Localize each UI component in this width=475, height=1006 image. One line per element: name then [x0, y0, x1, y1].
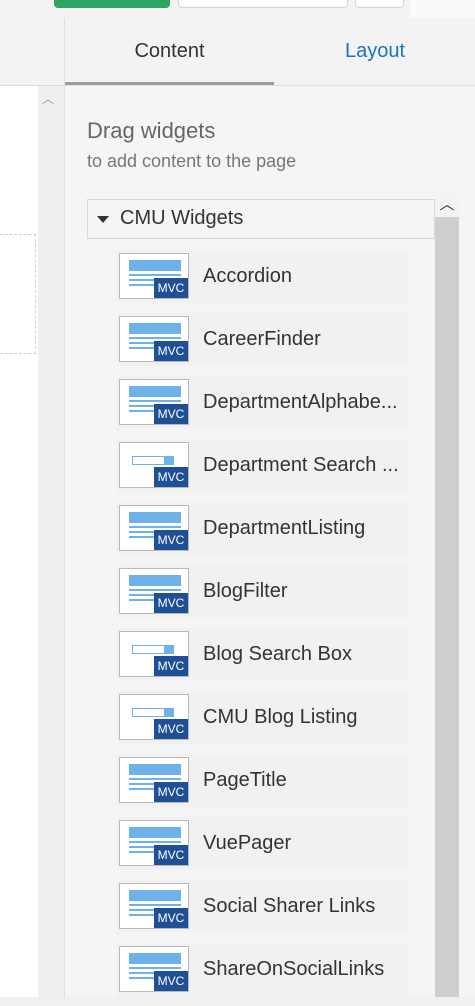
widget-label: DepartmentListing: [203, 517, 366, 539]
widget-group-label: CMU Widgets: [120, 207, 244, 229]
widget-label: Blog Search Box: [203, 643, 352, 665]
widget-label: VuePager: [203, 832, 292, 854]
layout-widget-icon: MVC: [119, 946, 189, 992]
widget-item[interactable]: MVC Department Search ...: [117, 439, 409, 492]
widget-label: DepartmentAlphabe...: [203, 391, 398, 413]
widget-label: CareerFinder: [203, 328, 321, 350]
widget-item[interactable]: MVC Accordion: [117, 250, 409, 303]
mvc-badge: MVC: [154, 656, 188, 676]
mvc-badge: MVC: [154, 845, 188, 865]
layout-widget-icon: MVC: [119, 568, 189, 614]
layout-widget-icon: MVC: [119, 316, 189, 362]
widget-label: Social Sharer Links: [203, 895, 376, 917]
widget-label: BlogFilter: [203, 580, 288, 602]
mvc-badge: MVC: [154, 530, 188, 550]
widget-item[interactable]: MVC BlogFilter: [117, 565, 409, 618]
widget-item[interactable]: MVC Blog Search Box: [117, 628, 409, 681]
layout-widget-icon: MVC: [119, 253, 189, 299]
widget-item[interactable]: MVC DepartmentAlphabe...: [117, 376, 409, 429]
panel-tabs: Content Layout: [65, 18, 475, 86]
caret-down-icon: [97, 216, 109, 223]
widget-panel: Content Layout Drag widgets to add conte…: [64, 18, 475, 997]
widget-label: PageTitle: [203, 769, 287, 791]
widget-label: ShareOnSocialLinks: [203, 958, 385, 980]
widget-label: Department Search ...: [203, 454, 399, 476]
canvas-header: [0, 18, 64, 86]
mvc-badge: MVC: [154, 719, 188, 739]
search-box-widget-icon: MVC: [119, 442, 189, 488]
mvc-badge: MVC: [154, 782, 188, 802]
top-toolbar: [0, 0, 475, 18]
publish-button[interactable]: [54, 0, 170, 8]
widget-item[interactable]: MVC CareerFinder: [117, 313, 409, 366]
widget-list: MVC Accordion MVC CareerFinder MVC Department…: [117, 250, 409, 1006]
tab-content[interactable]: Content: [65, 18, 274, 85]
widget-item[interactable]: MVC PageTitle: [117, 754, 409, 807]
widget-item[interactable]: MVC Social Sharer Links: [117, 880, 409, 933]
mvc-badge: MVC: [154, 278, 188, 298]
layout-widget-icon: MVC: [119, 379, 189, 425]
toolbar-button[interactable]: [355, 0, 404, 8]
widget-item[interactable]: MVC VuePager: [117, 817, 409, 870]
placeholder-zone[interactable]: [0, 234, 36, 354]
widget-list-scrollbar[interactable]: ︿: [435, 193, 459, 997]
widget-label: Accordion: [203, 265, 292, 287]
chevron-up-icon: ︿: [439, 196, 455, 213]
widget-item[interactable]: MVC ShareOnSocialLinks: [117, 943, 409, 996]
widget-item[interactable]: MVC CMU Blog Listing: [117, 691, 409, 744]
mvc-badge: MVC: [154, 467, 188, 487]
layout-widget-icon: MVC: [119, 757, 189, 803]
tab-layout[interactable]: Layout: [274, 18, 475, 82]
mvc-badge: MVC: [154, 341, 188, 361]
page-canvas[interactable]: [0, 86, 38, 997]
scroll-up-icon[interactable]: ︿: [42, 92, 54, 106]
mvc-badge: MVC: [154, 404, 188, 424]
layout-widget-icon: MVC: [119, 505, 189, 551]
widget-label: CMU Blog Listing: [203, 706, 358, 728]
mvc-badge: MVC: [154, 908, 188, 928]
mvc-badge: MVC: [154, 593, 188, 613]
widget-group-header[interactable]: CMU Widgets: [87, 199, 435, 239]
widget-item[interactable]: MVC DepartmentListing: [117, 502, 409, 555]
canvas-scrollbar[interactable]: ︿: [38, 86, 64, 997]
search-box-widget-icon: MVC: [119, 694, 189, 740]
toolbar-button[interactable]: [178, 0, 348, 8]
layout-widget-icon: MVC: [119, 820, 189, 866]
scroll-up-button[interactable]: ︿: [435, 193, 459, 217]
search-box-widget-icon: MVC: [119, 631, 189, 677]
mvc-badge: MVC: [154, 971, 188, 991]
layout-widget-icon: MVC: [119, 883, 189, 929]
drag-widgets-title: Drag widgets: [87, 118, 216, 143]
toolbar-edge: [410, 0, 475, 18]
drag-widgets-subtitle: to add content to the page: [87, 151, 297, 171]
